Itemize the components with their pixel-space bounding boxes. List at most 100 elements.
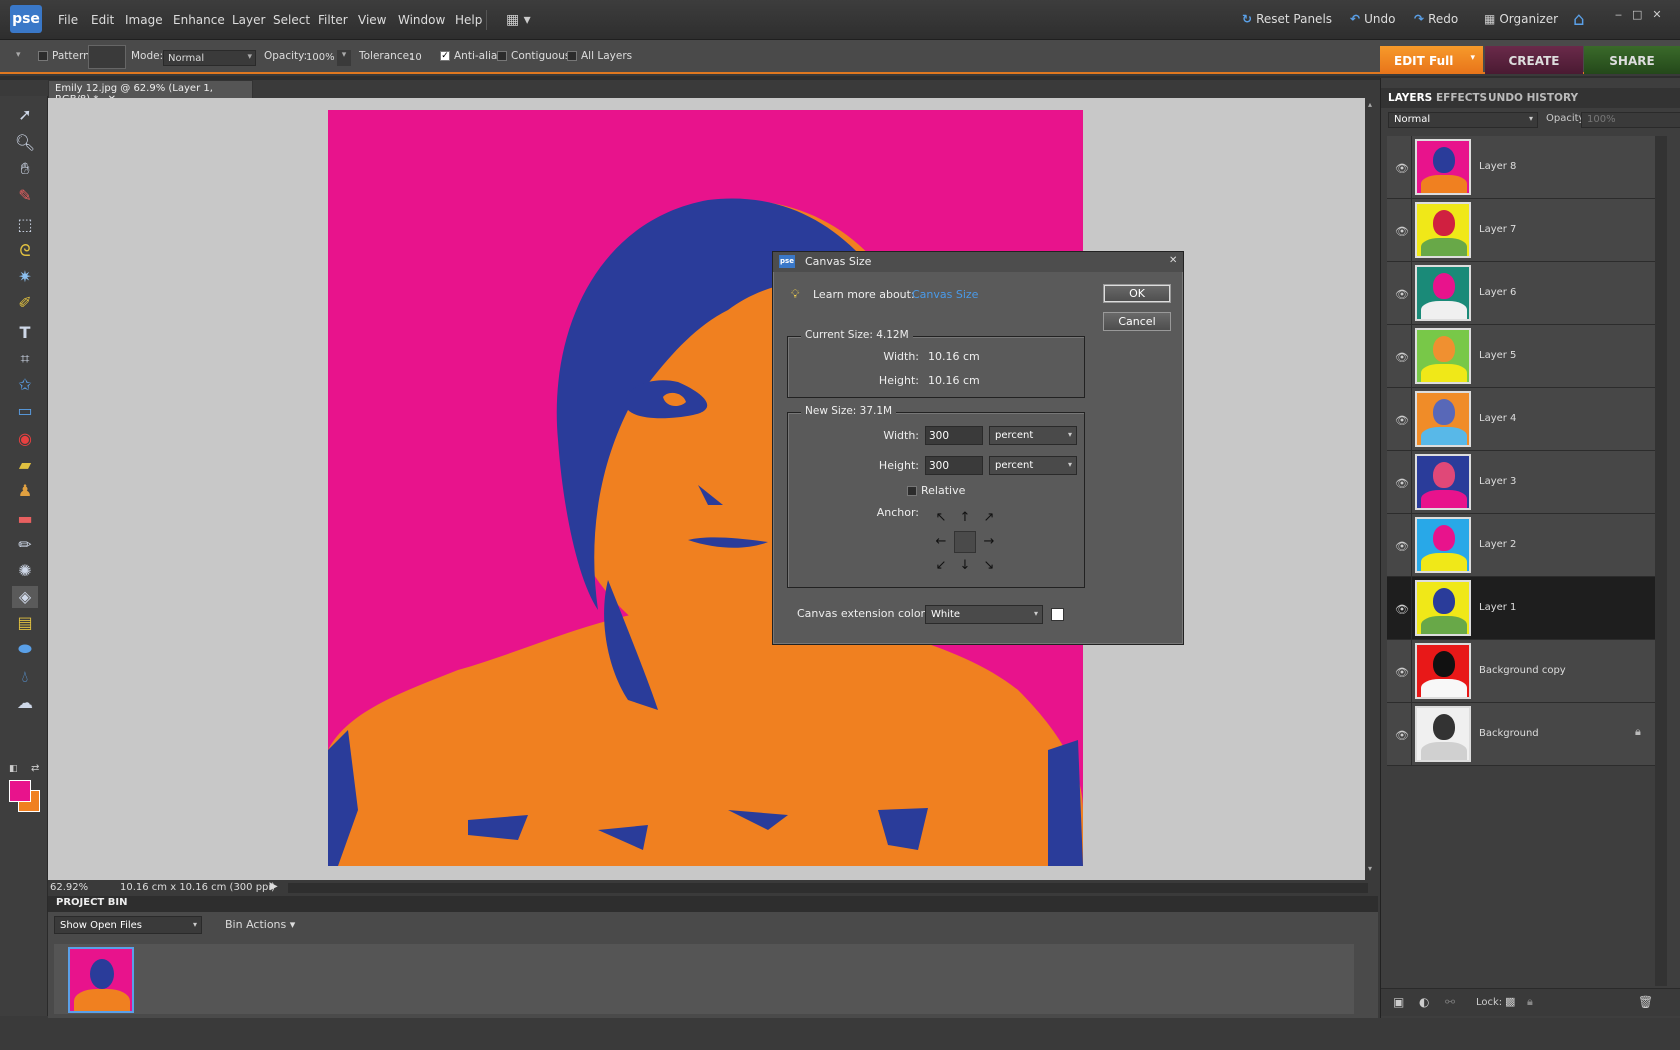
bin-actions-menu[interactable]: Bin Actions ▾ [225,918,295,931]
swap-colors-icon[interactable]: ⇄ [31,763,39,774]
width-unit-select[interactable]: percent ▾ [989,426,1077,445]
tab-undo-history[interactable]: UNDO HISTORY [1488,92,1578,104]
menu-select[interactable]: Select [273,13,310,27]
layer-row[interactable]: 👁︎ Layer 4 [1387,388,1665,451]
document-tab[interactable]: Emily 12.jpg @ 62.9% (Layer 1, RGB/8) * … [48,80,253,105]
tab-layers[interactable]: LAYERS [1388,92,1432,104]
mode-select[interactable]: Normal ▾ [163,50,256,66]
visibility-eye-icon[interactable]: 👁︎ [1395,540,1409,553]
lock-all-icon[interactable]: 🔒︎ [1527,995,1533,1009]
status-menu-arrow-icon[interactable]: ▶ [270,881,278,892]
layer-row[interactable]: 👁︎ Layer 3 [1387,451,1665,514]
anchor-center[interactable] [954,531,976,553]
clone-stamp-tool-icon[interactable]: ♟ [12,480,38,502]
extension-color-select[interactable]: White ▾ [925,605,1043,624]
sponge-tool-icon[interactable]: ☁ [12,692,38,714]
visibility-eye-icon[interactable]: 👁︎ [1395,225,1409,238]
relative-checkbox[interactable]: Relative [907,484,965,497]
opacity-slider-toggle[interactable]: ▾ [337,50,351,66]
layer-row[interactable]: 👁︎ Layer 1 [1387,577,1665,640]
tab-share[interactable]: SHARE [1584,46,1680,74]
tool-preset-icon[interactable]: ▾ [16,50,21,60]
canvas-horizontal-scrollbar[interactable] [288,883,1368,893]
arrow-up-icon[interactable]: ↑ [957,510,973,526]
layer-row[interactable]: 👁︎ Layer 6 [1387,262,1665,325]
arrow-up-right-icon[interactable]: ↗ [981,510,997,526]
dialog-title-bar[interactable]: Canvas Size [773,252,1183,272]
pattern-picker[interactable] [88,45,126,69]
adjustment-layer-icon[interactable]: ◐ [1419,995,1429,1009]
workspace-layout-icon[interactable]: ▦ ▾ [506,12,531,28]
menu-file[interactable]: File [58,13,78,27]
ok-button[interactable]: OK [1103,284,1171,303]
shape-tool-icon[interactable]: ⬬ [12,638,38,660]
new-width-input[interactable]: 300 [925,426,983,445]
link-layers-icon[interactable]: ⚯ [1445,995,1455,1009]
menu-edit[interactable]: Edit [91,13,114,27]
visibility-eye-icon[interactable]: 👁︎ [1395,729,1409,742]
bin-thumbnail[interactable] [68,947,134,1013]
smart-brush-tool-icon[interactable]: ✺ [12,560,38,582]
undo-button[interactable]: ↶ Undo [1350,12,1395,26]
arrow-down-right-icon[interactable]: ↘ [981,558,997,574]
foreground-color-swatch[interactable] [9,780,31,802]
contiguous-checkbox[interactable]: Contiguous [497,50,570,62]
new-layer-icon[interactable]: ▣ [1393,995,1404,1009]
visibility-eye-icon[interactable]: 👁︎ [1395,666,1409,679]
visibility-eye-icon[interactable]: 👁︎ [1395,162,1409,175]
zoom-level[interactable]: 62.92% [50,882,88,893]
layer-row[interactable]: 👁︎ Layer 7 [1387,199,1665,262]
trash-icon[interactable]: 🗑︎ [1638,995,1653,1009]
extension-color-swatch[interactable] [1051,608,1064,621]
menu-view[interactable]: View [358,13,386,27]
visibility-eye-icon[interactable]: 👁︎ [1395,351,1409,364]
layer-row[interactable]: 👁︎ Layer 5 [1387,325,1665,388]
default-colors-icon[interactable]: ◧ [9,764,18,774]
visibility-eye-icon[interactable]: 👁︎ [1395,414,1409,427]
gradient-tool-icon[interactable]: ▤ [12,612,38,634]
cookie-cutter-tool-icon[interactable]: ✩ [12,374,38,396]
antialias-checkbox[interactable]: ✓ Anti-alias [440,50,503,62]
brush-tool-icon[interactable]: ✏ [12,534,38,556]
height-unit-select[interactable]: percent ▾ [989,456,1077,475]
magic-wand-tool-icon[interactable]: ✷ [12,266,38,288]
visibility-eye-icon[interactable]: 👁︎ [1395,288,1409,301]
layers-scrollbar[interactable] [1655,136,1667,986]
visibility-eye-icon[interactable]: 👁︎ [1395,603,1409,616]
close-icon[interactable]: ✕ [1169,255,1177,266]
red-eye-tool-icon[interactable]: ◉ [12,428,38,450]
anchor-grid[interactable]: ↖ ↑ ↗ ← → ↙ ↓ ↘ [933,510,997,574]
tolerance-field[interactable]: 10 [405,50,431,66]
learn-more-link[interactable]: Canvas Size [912,288,978,301]
arrow-left-icon[interactable]: ← [933,534,949,550]
menu-filter[interactable]: Filter [318,13,348,27]
blend-mode-select[interactable]: Normal ▾ [1388,112,1538,128]
hand-tool-icon[interactable]: ✋︎ [12,158,38,180]
arrow-down-left-icon[interactable]: ↙ [933,558,949,574]
show-open-files-select[interactable]: Show Open Files ▾ [54,916,202,934]
layer-row[interactable]: 👁︎ Layer 2 [1387,514,1665,577]
type-tool-icon[interactable]: T [12,322,38,344]
project-bin-header[interactable]: PROJECT BIN [48,896,1378,912]
home-icon[interactable]: ⌂ [1573,9,1584,30]
scroll-down-icon[interactable]: ▾ [1368,864,1372,873]
lock-transparency-icon[interactable]: ▩ [1505,995,1515,1008]
crop-tool-icon[interactable]: ⌗ [12,348,38,370]
cancel-button[interactable]: Cancel [1103,312,1171,331]
organizer-button[interactable]: ▦ Organizer [1484,12,1558,26]
arrow-right-icon[interactable]: → [981,534,997,550]
tab-effects[interactable]: EFFECTS [1436,92,1487,104]
layer-row[interactable]: 👁︎ Background 🔒︎ [1387,703,1665,766]
blur-tool-icon[interactable]: 💧︎ [12,666,38,688]
zoom-tool-icon[interactable]: 🔍︎ [12,132,38,154]
straighten-tool-icon[interactable]: ▭ [12,400,38,422]
tab-edit-full[interactable]: EDIT Full ▾ [1380,46,1483,74]
redo-button[interactable]: ↷ Redo [1414,12,1458,26]
paint-bucket-tool-icon[interactable]: ◈ [12,586,38,608]
window-controls[interactable]: ‒□✕ [1615,8,1672,21]
menu-image[interactable]: Image [125,13,163,27]
healing-brush-tool-icon[interactable]: ▰ [12,454,38,476]
layer-opacity-field[interactable]: 100%▾ [1581,112,1680,128]
layer-row[interactable]: 👁︎ Background copy [1387,640,1665,703]
move-tool-icon[interactable]: ➚ [12,104,38,126]
